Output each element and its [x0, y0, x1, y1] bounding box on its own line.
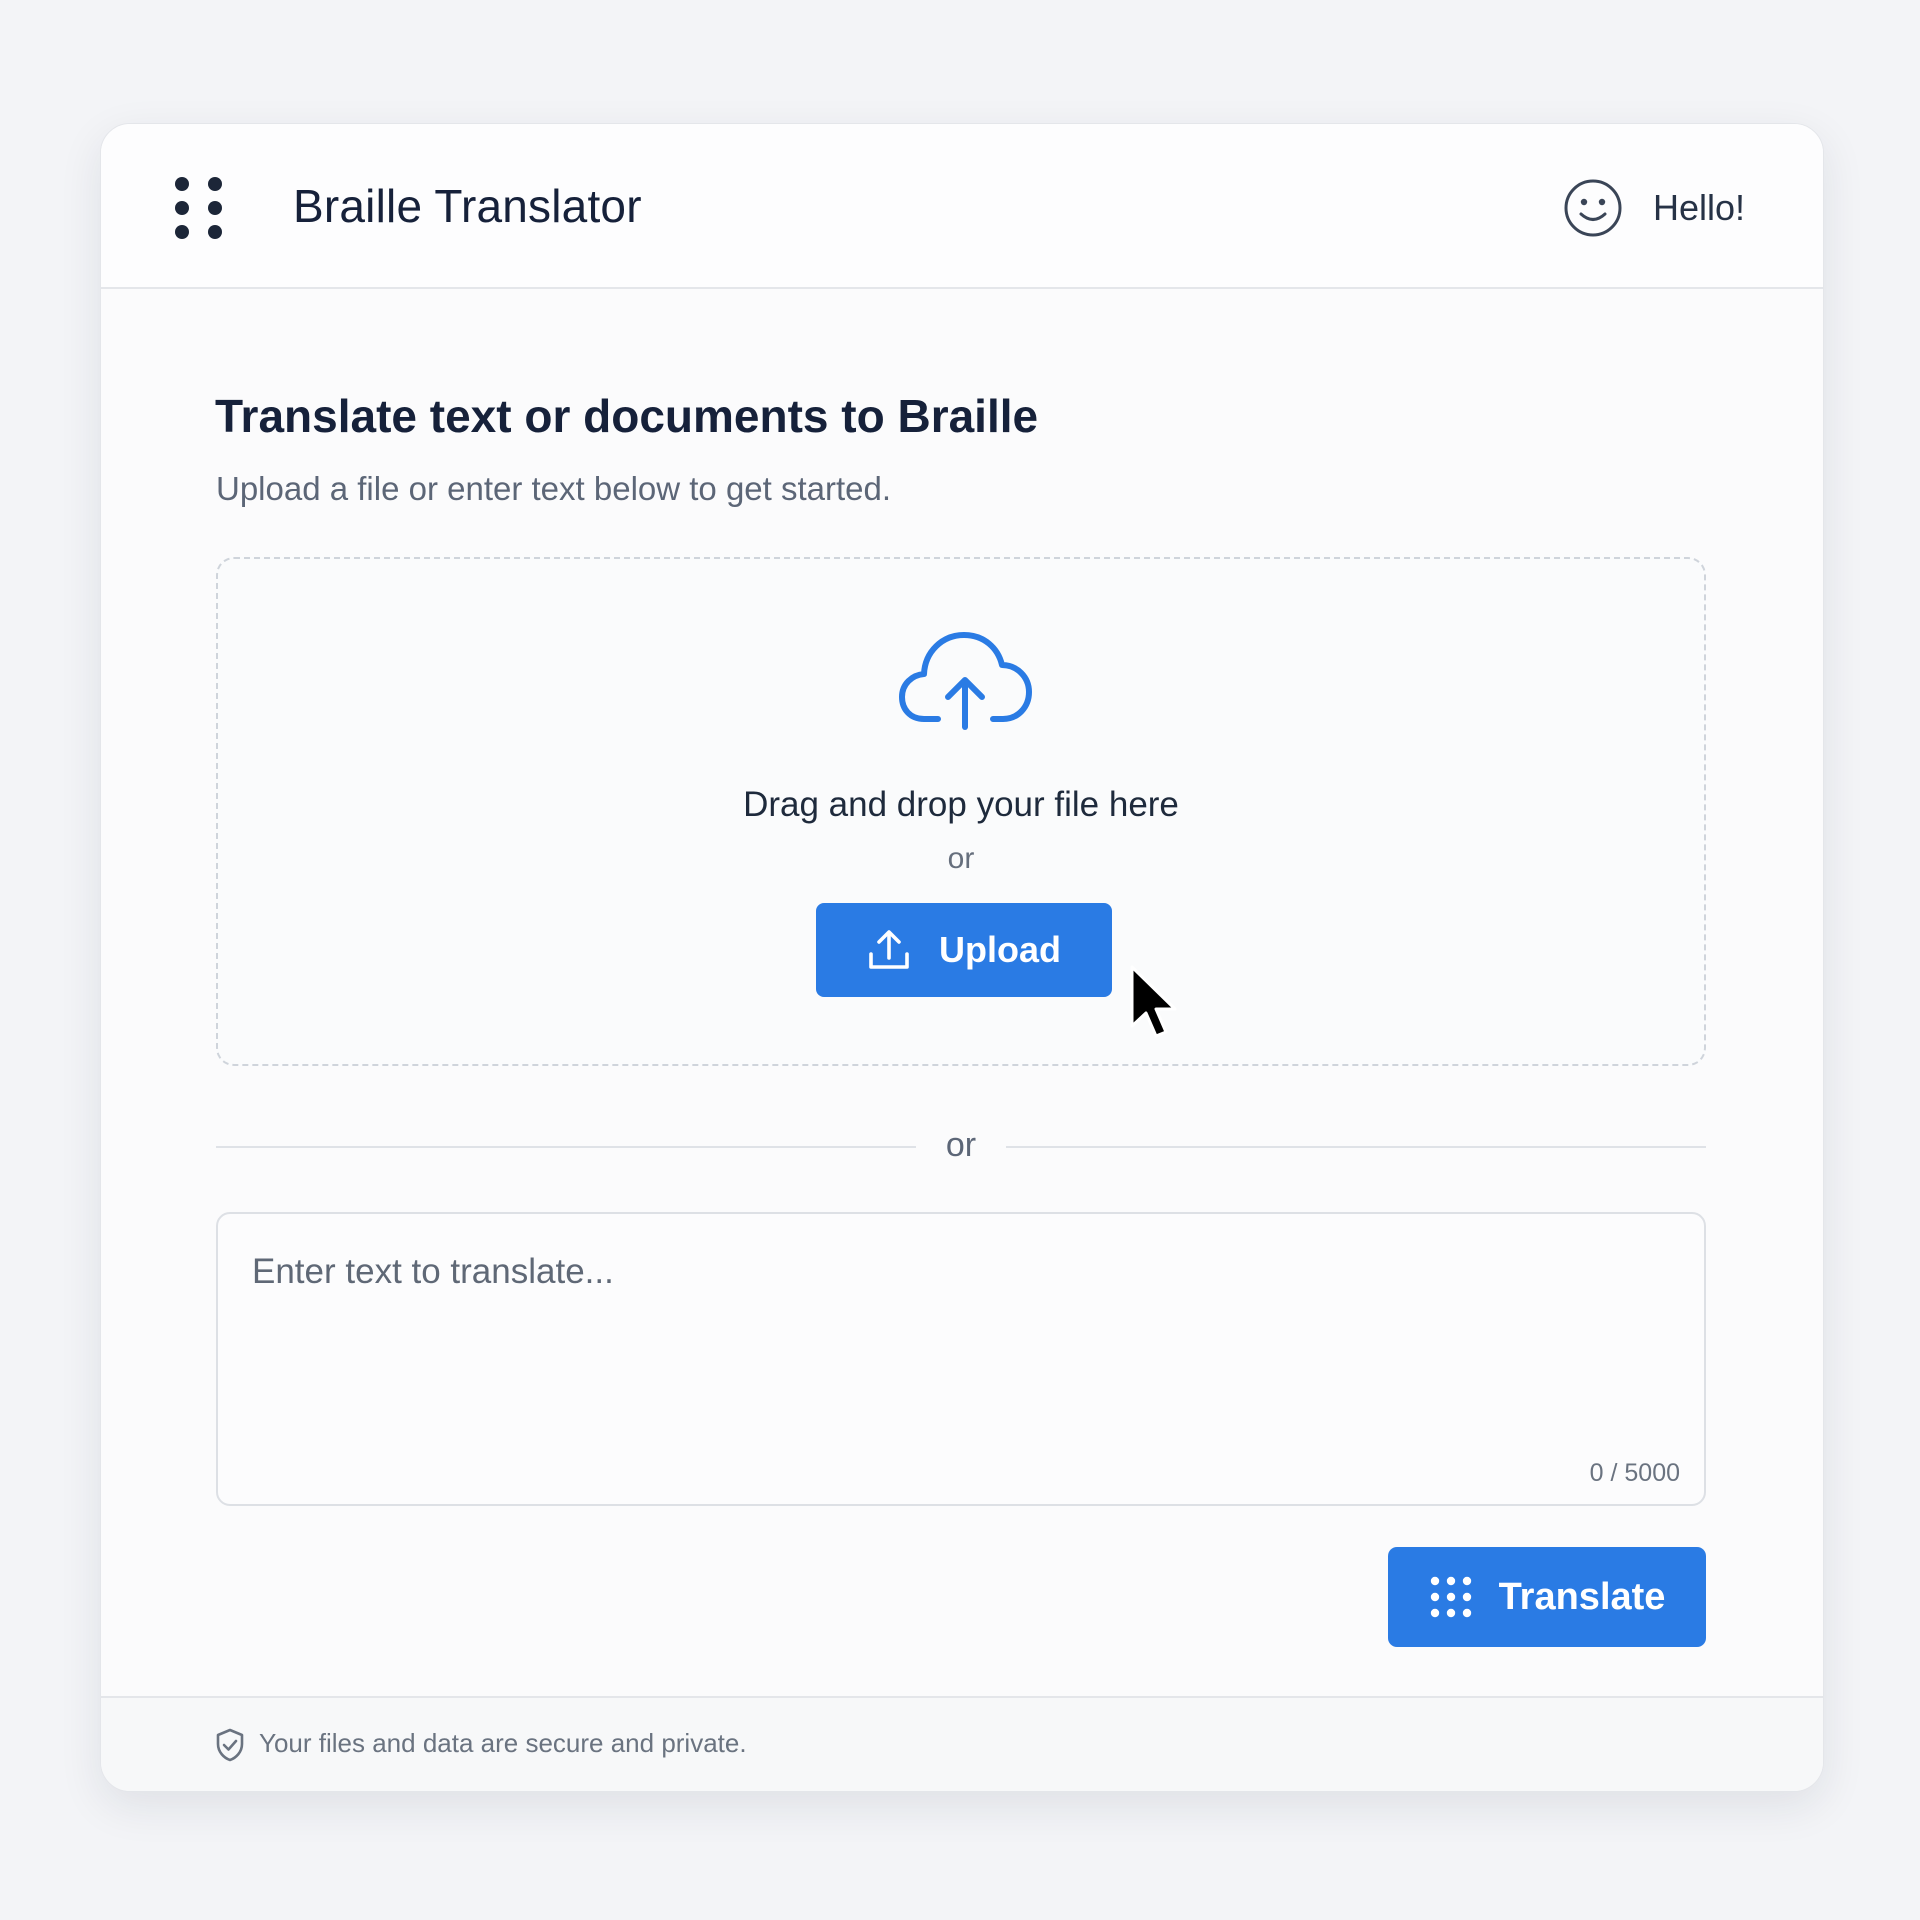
greeting-text: Hello! — [1652, 187, 1745, 228]
page-subtitle: Upload a file or enter text below to get… — [216, 470, 892, 507]
page-title: Translate text or documents to Braille — [215, 390, 1039, 442]
upload-button[interactable]: Upload — [816, 903, 1112, 997]
cloud-upload-icon — [899, 632, 1032, 730]
shield-check-icon — [216, 1728, 244, 1762]
smiley-icon[interactable] — [1563, 178, 1623, 238]
braille-grid-icon — [1430, 1576, 1471, 1618]
app-title: Braille Translator — [293, 180, 642, 232]
app-header: Braille Translator Hello! — [101, 124, 1823, 289]
upload-button-label: Upload — [939, 929, 1061, 970]
translate-text-input[interactable] — [218, 1214, 1704, 1504]
translate-button-label: Translate — [1498, 1575, 1666, 1618]
user-menu[interactable]: Hello! — [1563, 176, 1745, 240]
security-footer: Your files and data are secure and priva… — [101, 1696, 1823, 1791]
file-dropzone[interactable]: Drag and drop your file here or Upload — [216, 557, 1706, 1066]
translator-card: Braille Translator Hello! Translate text… — [100, 123, 1824, 1792]
upload-icon — [869, 930, 909, 969]
translate-button[interactable]: Translate — [1388, 1547, 1706, 1647]
dropzone-text: Drag and drop your file here — [743, 785, 1179, 824]
or-divider: or — [216, 1122, 1706, 1172]
security-text: Your files and data are secure and priva… — [259, 1728, 747, 1758]
divider-line-right — [1006, 1146, 1706, 1148]
dropzone-or: or — [947, 842, 975, 875]
char-counter: 0 / 5000 — [1589, 1459, 1680, 1487]
text-input-box: 0 / 5000 — [216, 1212, 1706, 1506]
braille-dots-icon — [175, 177, 222, 239]
